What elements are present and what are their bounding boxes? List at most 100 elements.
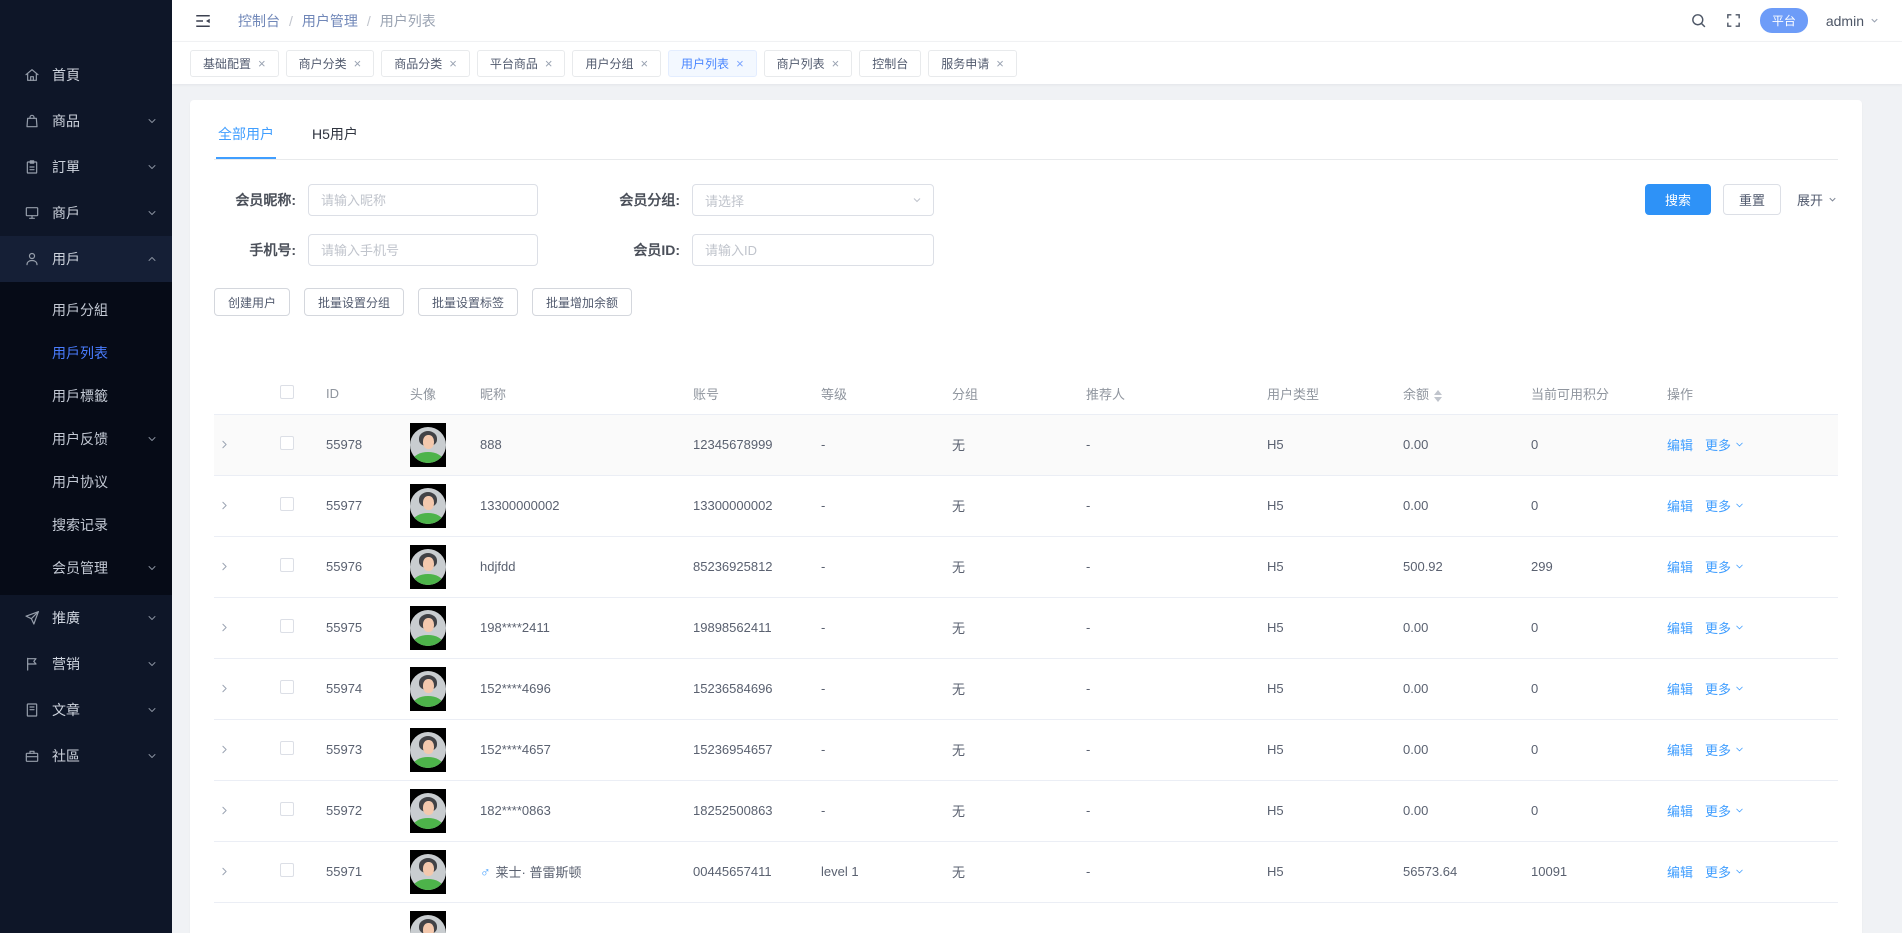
more-link[interactable]: 更多 [1705, 557, 1745, 576]
edit-link[interactable]: 编辑 [1667, 499, 1693, 514]
breadcrumb-current: 用户列表 [380, 11, 436, 31]
more-link[interactable]: 更多 [1705, 862, 1745, 881]
tab-tag-label: 商户分类 [299, 55, 347, 72]
member-id-input[interactable] [692, 234, 934, 266]
group-select[interactable]: 请选择 [692, 184, 934, 216]
tab-tag[interactable]: 商品分类× [381, 50, 470, 77]
sidebar-item[interactable]: 商品 [0, 98, 172, 144]
row-checkbox[interactable] [280, 680, 294, 694]
sidebar-subitem[interactable]: 会员管理 [0, 546, 172, 589]
tab-tag[interactable]: 用户分组× [572, 50, 661, 77]
column-header: 用户类型 [1263, 374, 1399, 414]
sidebar-subitem[interactable]: 用戶列表 [0, 331, 172, 374]
expand-row-icon[interactable] [218, 682, 272, 695]
nickname-input[interactable] [308, 184, 538, 216]
phone-input[interactable] [308, 234, 538, 266]
more-link[interactable]: 更多 [1705, 801, 1745, 820]
search-icon[interactable] [1690, 12, 1707, 29]
menu-fold-icon[interactable] [194, 12, 212, 30]
breadcrumb-link[interactable]: 控制台 [238, 11, 280, 31]
expand-row-icon[interactable] [218, 560, 272, 573]
close-icon[interactable]: × [996, 57, 1004, 70]
sidebar-item[interactable]: 文章 [0, 687, 172, 733]
expand-row-icon[interactable] [218, 865, 272, 878]
expand-row-icon[interactable] [218, 438, 272, 451]
sidebar-subitem[interactable]: 搜索记录 [0, 503, 172, 546]
sidebar-item[interactable]: 营销 [0, 641, 172, 687]
tab-tag-label: 服务申请 [941, 55, 989, 72]
spacer-cell [1751, 780, 1839, 841]
fullscreen-icon[interactable] [1725, 12, 1742, 29]
bulk-action-button[interactable]: 批量增加余额 [532, 288, 632, 316]
sidebar-item[interactable]: 用戶 [0, 236, 172, 282]
row-checkbox[interactable] [280, 497, 294, 511]
role-badge[interactable]: 平台 [1760, 8, 1808, 33]
expand-filters-toggle[interactable]: 展开 [1797, 190, 1838, 209]
more-link[interactable]: 更多 [1705, 435, 1745, 454]
sidebar-item[interactable]: 社區 [0, 733, 172, 779]
user-type-cell: H5 [1263, 536, 1399, 597]
expand-row-icon[interactable] [218, 621, 272, 634]
tab-tag[interactable]: 商户列表× [764, 50, 853, 77]
sidebar-subitem[interactable]: 用户协议 [0, 460, 172, 503]
close-icon[interactable]: × [258, 57, 266, 70]
tab-tag[interactable]: 控制台 [859, 50, 921, 77]
bulk-action-button[interactable]: 创建用户 [214, 288, 290, 316]
tab-tag[interactable]: 基础配置× [190, 50, 279, 77]
edit-link[interactable]: 编辑 [1667, 865, 1693, 880]
id-cell: 55976 [322, 536, 406, 597]
sidebar-item[interactable]: 推廣 [0, 595, 172, 641]
breadcrumb-link[interactable]: 用户管理 [302, 11, 358, 31]
edit-link[interactable]: 编辑 [1667, 621, 1693, 636]
tab-all-users[interactable]: 全部用户 [216, 114, 276, 159]
edit-link[interactable]: 编辑 [1667, 560, 1693, 575]
nickname-text: 152****4696 [480, 681, 551, 696]
tab-tag[interactable]: 用户列表× [668, 50, 757, 77]
group-cell [948, 902, 1082, 933]
avatar-shirt [413, 635, 443, 646]
tab-tag[interactable]: 服务申请 × [928, 50, 1017, 77]
bulk-action-button[interactable]: 批量设置分组 [304, 288, 404, 316]
edit-link[interactable]: 编辑 [1667, 743, 1693, 758]
bulk-action-row: 创建用户批量设置分组批量设置标签批量增加余额 [214, 288, 1838, 316]
row-checkbox[interactable] [280, 741, 294, 755]
select-all-checkbox[interactable] [280, 385, 294, 399]
sidebar-subitem[interactable]: 用户反馈 [0, 417, 172, 460]
sort-icon[interactable] [1434, 390, 1442, 402]
row-checkbox[interactable] [280, 863, 294, 877]
row-checkbox[interactable] [280, 619, 294, 633]
edit-link[interactable]: 编辑 [1667, 682, 1693, 697]
user-icon [24, 251, 40, 267]
expand-row-icon[interactable] [218, 499, 272, 512]
close-icon[interactable]: × [736, 57, 744, 70]
close-icon[interactable]: × [449, 57, 457, 70]
more-link[interactable]: 更多 [1705, 496, 1745, 515]
tab-tag[interactable]: 商户分类 × [286, 50, 375, 77]
sidebar-subitem[interactable]: 用戶分組 [0, 288, 172, 331]
sidebar-subitem[interactable]: 用戶標籤 [0, 374, 172, 417]
reset-button[interactable]: 重置 [1723, 184, 1781, 215]
edit-link[interactable]: 编辑 [1667, 804, 1693, 819]
row-checkbox[interactable] [280, 802, 294, 816]
tab-tag[interactable]: 平台商品× [477, 50, 566, 77]
close-icon[interactable]: × [545, 57, 553, 70]
user-menu[interactable]: admin [1826, 13, 1880, 29]
close-icon[interactable]: × [832, 57, 840, 70]
close-icon[interactable]: × [640, 57, 648, 70]
edit-link[interactable]: 编辑 [1667, 438, 1693, 453]
expand-row-icon[interactable] [218, 743, 272, 756]
group-select-placeholder: 请选择 [705, 191, 911, 210]
row-checkbox[interactable] [280, 558, 294, 572]
close-icon[interactable]: × [354, 57, 362, 70]
more-link[interactable]: 更多 [1705, 679, 1745, 698]
sidebar-item[interactable]: 商戶 [0, 190, 172, 236]
more-link[interactable]: 更多 [1705, 740, 1745, 759]
row-checkbox[interactable] [280, 436, 294, 450]
expand-row-icon[interactable] [218, 804, 272, 817]
more-link[interactable]: 更多 [1705, 618, 1745, 637]
sidebar-item[interactable]: 訂單 [0, 144, 172, 190]
search-button[interactable]: 搜索 [1645, 184, 1711, 215]
bulk-action-button[interactable]: 批量设置标签 [418, 288, 518, 316]
sidebar-item[interactable]: 首頁 [0, 52, 172, 98]
tab-h5-users[interactable]: H5用户 [310, 114, 360, 159]
